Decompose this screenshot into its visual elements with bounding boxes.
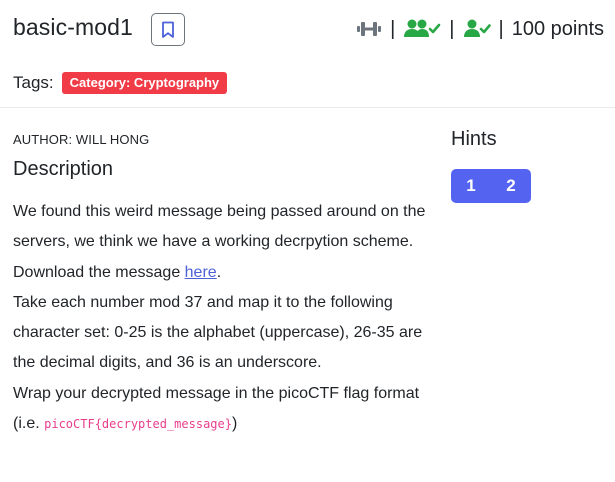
user-check-icon xyxy=(463,18,491,40)
flag-format-suffix: ) xyxy=(231,415,238,433)
hint-button-1[interactable]: 1 xyxy=(451,169,491,203)
download-suffix: . xyxy=(216,263,222,281)
hint-button-2[interactable]: 2 xyxy=(491,169,531,203)
dumbbell-icon xyxy=(356,19,382,39)
challenge-title: basic-mod1 xyxy=(13,14,133,40)
stats-separator: | xyxy=(449,17,455,40)
hints-heading: Hints xyxy=(451,128,497,150)
stats-separator: | xyxy=(390,17,396,40)
instructions-text: Take each number mod 37 and map it to th… xyxy=(13,293,423,372)
description-text: We found this weird message being passed… xyxy=(13,203,426,251)
challenge-stats: | | | 100 points xyxy=(356,14,604,44)
tags-label: Tags: xyxy=(13,73,54,92)
hints-button-group: 1 2 xyxy=(451,169,531,203)
description-heading: Description xyxy=(13,158,114,180)
challenge-points: 100 points xyxy=(511,17,604,40)
users-check-icon xyxy=(403,18,441,40)
bookmark-icon xyxy=(162,21,174,38)
challenge-header: basic-mod1 | | | 100 points Tags: Catego… xyxy=(0,0,615,108)
stats-separator: | xyxy=(498,17,504,40)
download-link[interactable]: here xyxy=(185,264,217,281)
challenge-author: AUTHOR: WILL HONG xyxy=(13,132,150,147)
description-body: We found this weird message being passed… xyxy=(13,197,428,439)
flag-format-code: picoCTF{decrypted_message} xyxy=(44,417,232,432)
download-prefix: Download the message xyxy=(13,263,185,281)
bookmark-button[interactable] xyxy=(151,13,185,46)
category-tag[interactable]: Category: Cryptography xyxy=(61,72,228,94)
tags-row: Tags: Category: Cryptography xyxy=(13,72,228,94)
